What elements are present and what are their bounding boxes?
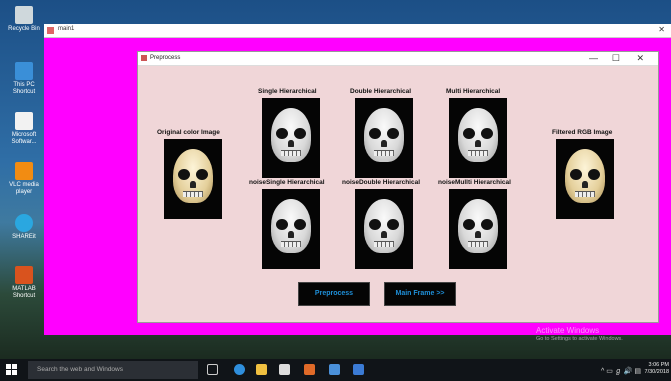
original-color-image xyxy=(164,139,222,219)
double-hierarchical-label: Double Hierarchical xyxy=(350,88,412,95)
main1-title-bar[interactable]: main1 ✕ xyxy=(44,24,671,38)
window-title: Preprocess xyxy=(150,55,181,61)
taskbar: Search the web and Windows ^ ▭ ℊ 🔊 ▤ 3:0… xyxy=(0,359,671,381)
activate-windows-watermark: Activate Windows Go to Settings to activ… xyxy=(536,326,623,344)
double-hierarchical-image xyxy=(355,98,413,178)
matlab-icon[interactable] xyxy=(304,364,315,375)
matlab-icon xyxy=(15,266,33,284)
original-image-label: Original color Image xyxy=(157,129,220,136)
file-explorer-icon[interactable] xyxy=(256,364,267,375)
desktop-icon-vlc[interactable]: VLC media player xyxy=(6,162,42,196)
desktop-icon-label: This PC Shortcut xyxy=(12,82,36,95)
desktop-icon-matlab[interactable]: MATLAB Shortcut xyxy=(6,266,42,300)
app2-icon[interactable] xyxy=(353,364,364,375)
single-hierarchical-label: Single Hierarchical xyxy=(258,88,317,95)
preprocess-window: Preprocess — ☐ ✕ Original color Image Si… xyxy=(137,51,659,323)
start-button[interactable] xyxy=(6,364,18,376)
desktop-icon-shareit[interactable]: SHAREit xyxy=(6,214,42,241)
vlc-icon xyxy=(15,162,33,180)
window-title: main1 xyxy=(58,26,75,32)
shareit-icon xyxy=(15,214,33,232)
noise-double-label: noiseDouble Hierarchical xyxy=(342,179,421,186)
main-frame-button[interactable]: Main Frame >> xyxy=(384,282,456,306)
noise-double-image xyxy=(355,189,413,269)
recycle-bin-icon xyxy=(15,6,33,24)
single-hierarchical-image xyxy=(262,98,320,178)
desktop-icon-label: MATLAB Shortcut xyxy=(12,286,36,299)
noise-single-label: noiseSingle Hierarchical xyxy=(249,179,325,186)
noise-multi-label: noiseMullti Hierarchical xyxy=(438,179,511,186)
multi-hierarchical-image xyxy=(449,98,507,178)
preprocess-title-bar[interactable]: Preprocess — ☐ ✕ xyxy=(138,52,658,66)
close-button[interactable]: ✕ xyxy=(636,53,644,64)
system-tray[interactable]: ^ ▭ ℊ 🔊 ▤ xyxy=(601,366,641,376)
multi-hierarchical-label: Multi Hierarchical xyxy=(446,88,501,95)
computer-icon xyxy=(15,62,33,80)
desktop-icon-recycle-bin[interactable]: Recycle Bin xyxy=(6,6,42,33)
maximize-button[interactable]: ☐ xyxy=(612,53,620,64)
desktop-icon-microsoft[interactable]: Microsoft Softwar... xyxy=(6,112,42,146)
app-icon[interactable] xyxy=(329,364,340,375)
noise-single-image xyxy=(262,189,320,269)
noise-multi-image xyxy=(449,189,507,269)
minimize-button[interactable]: — xyxy=(589,53,598,64)
desktop-icon-label: Recycle Bin xyxy=(8,26,40,32)
desktop-icon-label: SHAREit xyxy=(12,234,36,240)
store-icon[interactable] xyxy=(279,364,290,375)
clock[interactable]: 3:06 PM 7/30/2018 xyxy=(645,362,669,376)
document-icon xyxy=(15,112,33,130)
desktop-icon-label: Microsoft Softwar... xyxy=(11,132,37,145)
task-view-icon[interactable] xyxy=(207,364,218,375)
watermark-title: Activate Windows xyxy=(536,326,600,335)
search-box[interactable]: Search the web and Windows xyxy=(28,361,198,379)
desktop-icon-this-pc[interactable]: This PC Shortcut xyxy=(6,62,42,96)
clock-date: 7/30/2018 xyxy=(644,369,669,375)
desktop-icon-label: VLC media player xyxy=(9,182,39,195)
watermark-subtitle: Go to Settings to activate Windows. xyxy=(536,336,623,342)
filtered-image-label: Filtered RGB Image xyxy=(552,129,613,136)
filtered-rgb-image xyxy=(556,139,614,219)
clock-time: 3:06 PM xyxy=(648,362,669,368)
preprocess-button[interactable]: Preprocess xyxy=(298,282,370,306)
matlab-figure-icon xyxy=(47,27,54,34)
matlab-figure-icon xyxy=(141,55,147,61)
close-button[interactable]: ✕ xyxy=(658,25,665,34)
edge-icon[interactable] xyxy=(234,364,245,375)
